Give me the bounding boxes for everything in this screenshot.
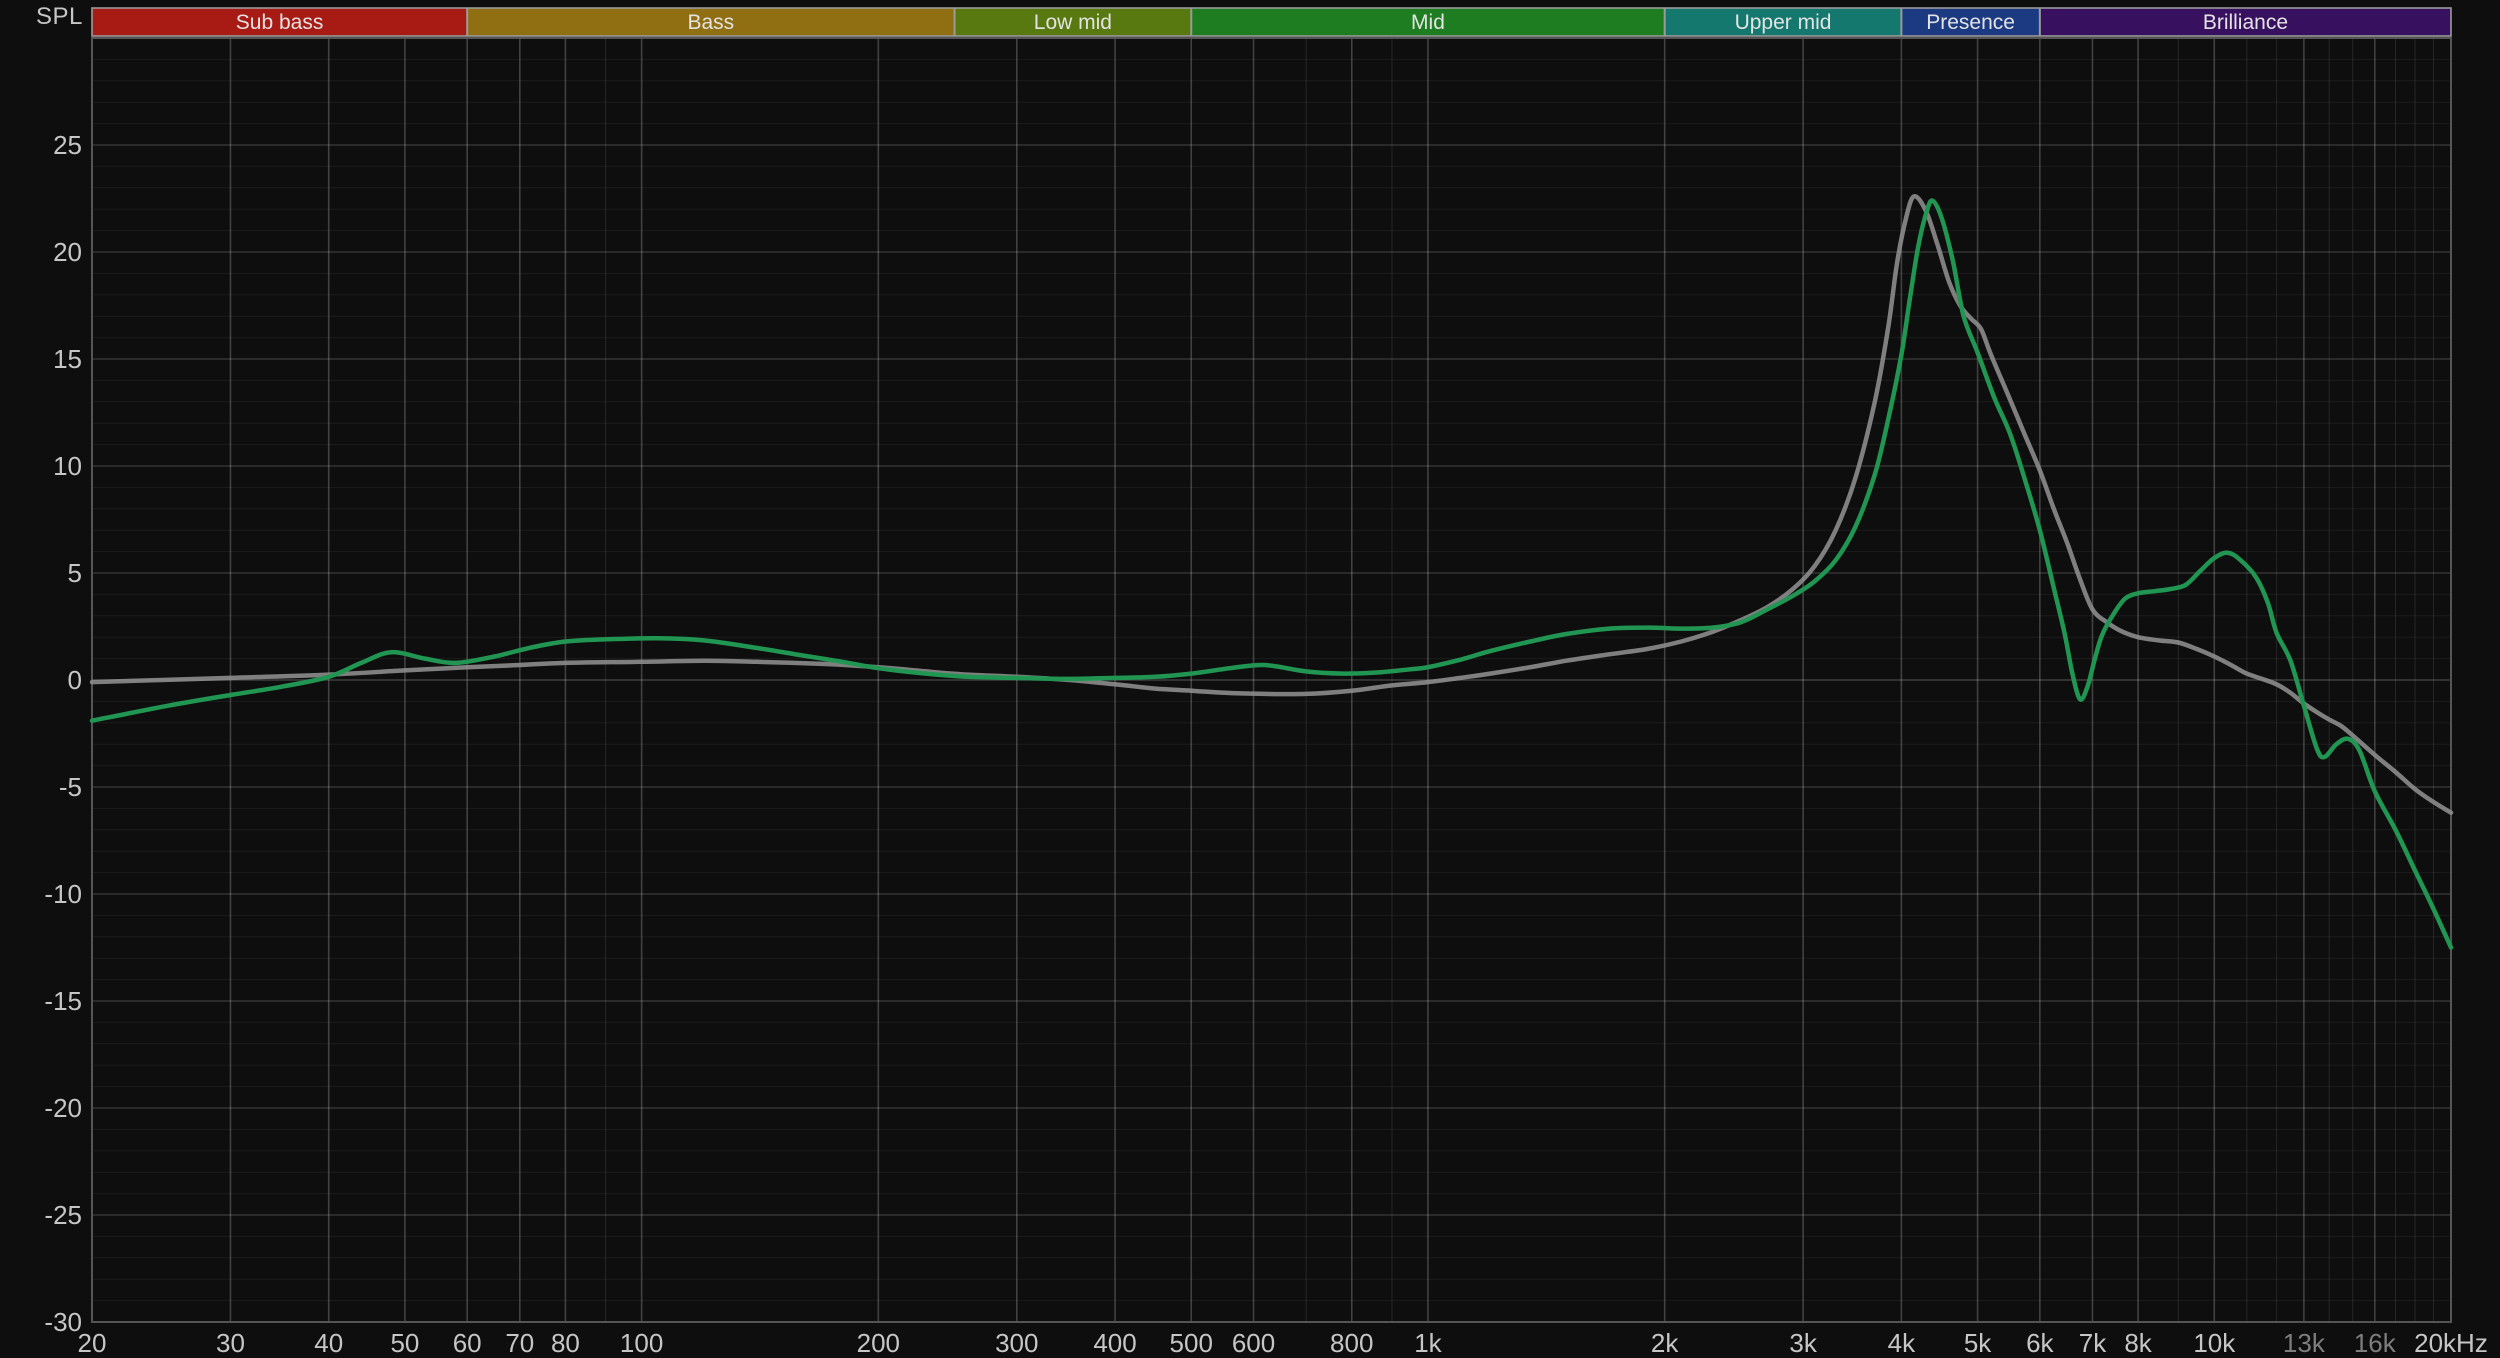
- band-label: Sub bass: [236, 11, 324, 34]
- x-tick-label: 50: [390, 1328, 419, 1358]
- x-tick-label: 13k: [2283, 1328, 2326, 1358]
- band-label: Upper mid: [1735, 11, 1832, 34]
- y-tick-label: -30: [44, 1307, 82, 1337]
- x-tick-label: 2k: [1651, 1328, 1679, 1358]
- x-tick-label: 200: [857, 1328, 900, 1358]
- x-tick-label: 800: [1330, 1328, 1373, 1358]
- x-tick-label: 600: [1232, 1328, 1275, 1358]
- band-label: Brilliance: [2203, 11, 2288, 34]
- band-label: Mid: [1411, 11, 1445, 34]
- x-tick-label: 10k: [2193, 1328, 2236, 1358]
- y-tick-label: -25: [44, 1200, 82, 1230]
- x-tick-label: 40: [314, 1328, 343, 1358]
- x-tick-label: 7k: [2079, 1328, 2107, 1358]
- x-tick-label: 20: [78, 1328, 107, 1358]
- frequency-response-chart: SPL Sub bass Bass Low mid Mid Upper mid Prese…: [0, 0, 2500, 1358]
- band-label: Low mid: [1034, 11, 1112, 34]
- x-tick-label: 400: [1093, 1328, 1136, 1358]
- x-tick-label: 16k: [2354, 1328, 2397, 1358]
- x-tick-label: 6k: [2026, 1328, 2054, 1358]
- band-label: Presence: [1926, 11, 2015, 34]
- green-trace: [89, 198, 2454, 950]
- x-tick-label: 500: [1170, 1328, 1213, 1358]
- y-tick-label: -10: [44, 879, 82, 909]
- y-tick-label: -20: [44, 1093, 82, 1123]
- x-tick-label: 100: [620, 1328, 663, 1358]
- y-tick-label: 10: [53, 451, 82, 481]
- x-tick-label: 20kHz: [2414, 1328, 2488, 1358]
- x-tick-label: 30: [216, 1328, 245, 1358]
- x-tick-label: 8k: [2124, 1328, 2152, 1358]
- x-tick-label: 80: [551, 1328, 580, 1358]
- y-tick-label: 15: [53, 344, 82, 374]
- y-tick-label: 20: [53, 237, 82, 267]
- y-tick-label: -5: [59, 772, 82, 802]
- y-tick-label: 25: [53, 130, 82, 160]
- x-tick-label: 5k: [1964, 1328, 1992, 1358]
- band-label: Bass: [688, 11, 735, 34]
- x-tick-label: 60: [453, 1328, 482, 1358]
- y-tick-label: 0: [68, 665, 82, 695]
- gray-trace: [89, 194, 2454, 815]
- y-tick-label: -15: [44, 986, 82, 1016]
- x-tick-label: 70: [505, 1328, 534, 1358]
- fr-graph-canvas[interactable]: Sub bass Bass Low mid Mid Upper mid Presence B…: [0, 0, 2500, 1358]
- y-tick-label: 5: [68, 558, 82, 588]
- x-tick-label: 1k: [1414, 1328, 1442, 1358]
- x-tick-label: 4k: [1888, 1328, 1916, 1358]
- x-tick-label: 300: [995, 1328, 1038, 1358]
- x-tick-label: 3k: [1789, 1328, 1817, 1358]
